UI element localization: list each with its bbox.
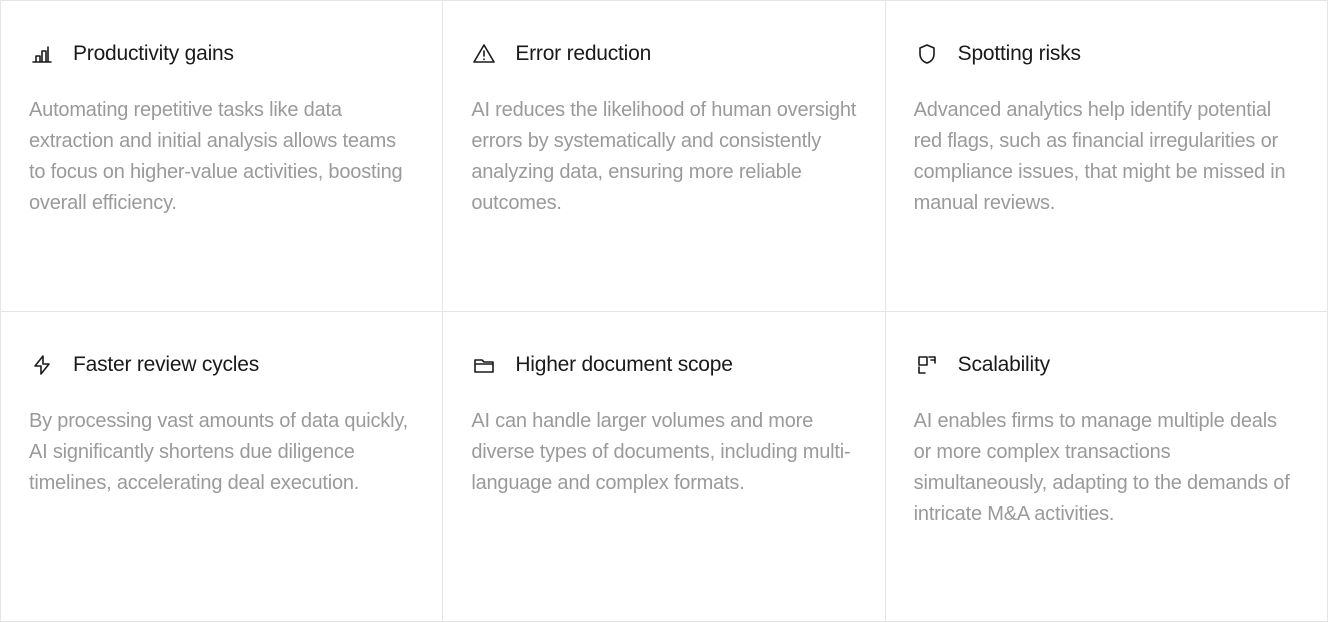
card-title: Higher document scope <box>515 353 732 377</box>
card-title: Scalability <box>958 353 1050 377</box>
feature-card: Faster review cycles By processing vast … <box>1 312 443 622</box>
lightning-icon <box>29 352 55 378</box>
feature-grid: Productivity gains Automating repetitive… <box>0 0 1328 622</box>
feature-card: Spotting risks Advanced analytics help i… <box>886 1 1328 312</box>
card-description: AI can handle larger volumes and more di… <box>471 406 856 499</box>
card-description: Advanced analytics help identify potenti… <box>914 95 1299 219</box>
card-description: AI reduces the likelihood of human overs… <box>471 95 856 219</box>
feature-card: Higher document scope AI can handle larg… <box>443 312 885 622</box>
feature-card: Productivity gains Automating repetitive… <box>1 1 443 312</box>
card-header: Error reduction <box>471 41 856 67</box>
card-title: Faster review cycles <box>73 353 259 377</box>
card-description: AI enables firms to manage multiple deal… <box>914 406 1299 530</box>
card-title: Spotting risks <box>958 42 1081 66</box>
card-title: Productivity gains <box>73 42 234 66</box>
folder-icon <box>471 352 497 378</box>
shield-icon <box>914 41 940 67</box>
card-header: Productivity gains <box>29 41 414 67</box>
feature-card: Error reduction AI reduces the likelihoo… <box>443 1 885 312</box>
card-description: Automating repetitive tasks like data ex… <box>29 95 414 219</box>
card-title: Error reduction <box>515 42 651 66</box>
card-header: Faster review cycles <box>29 352 414 378</box>
bar-chart-icon <box>29 41 55 67</box>
card-header: Scalability <box>914 352 1299 378</box>
expand-icon <box>914 352 940 378</box>
card-header: Spotting risks <box>914 41 1299 67</box>
warning-icon <box>471 41 497 67</box>
card-description: By processing vast amounts of data quick… <box>29 406 414 499</box>
card-header: Higher document scope <box>471 352 856 378</box>
feature-card: Scalability AI enables firms to manage m… <box>886 312 1328 622</box>
